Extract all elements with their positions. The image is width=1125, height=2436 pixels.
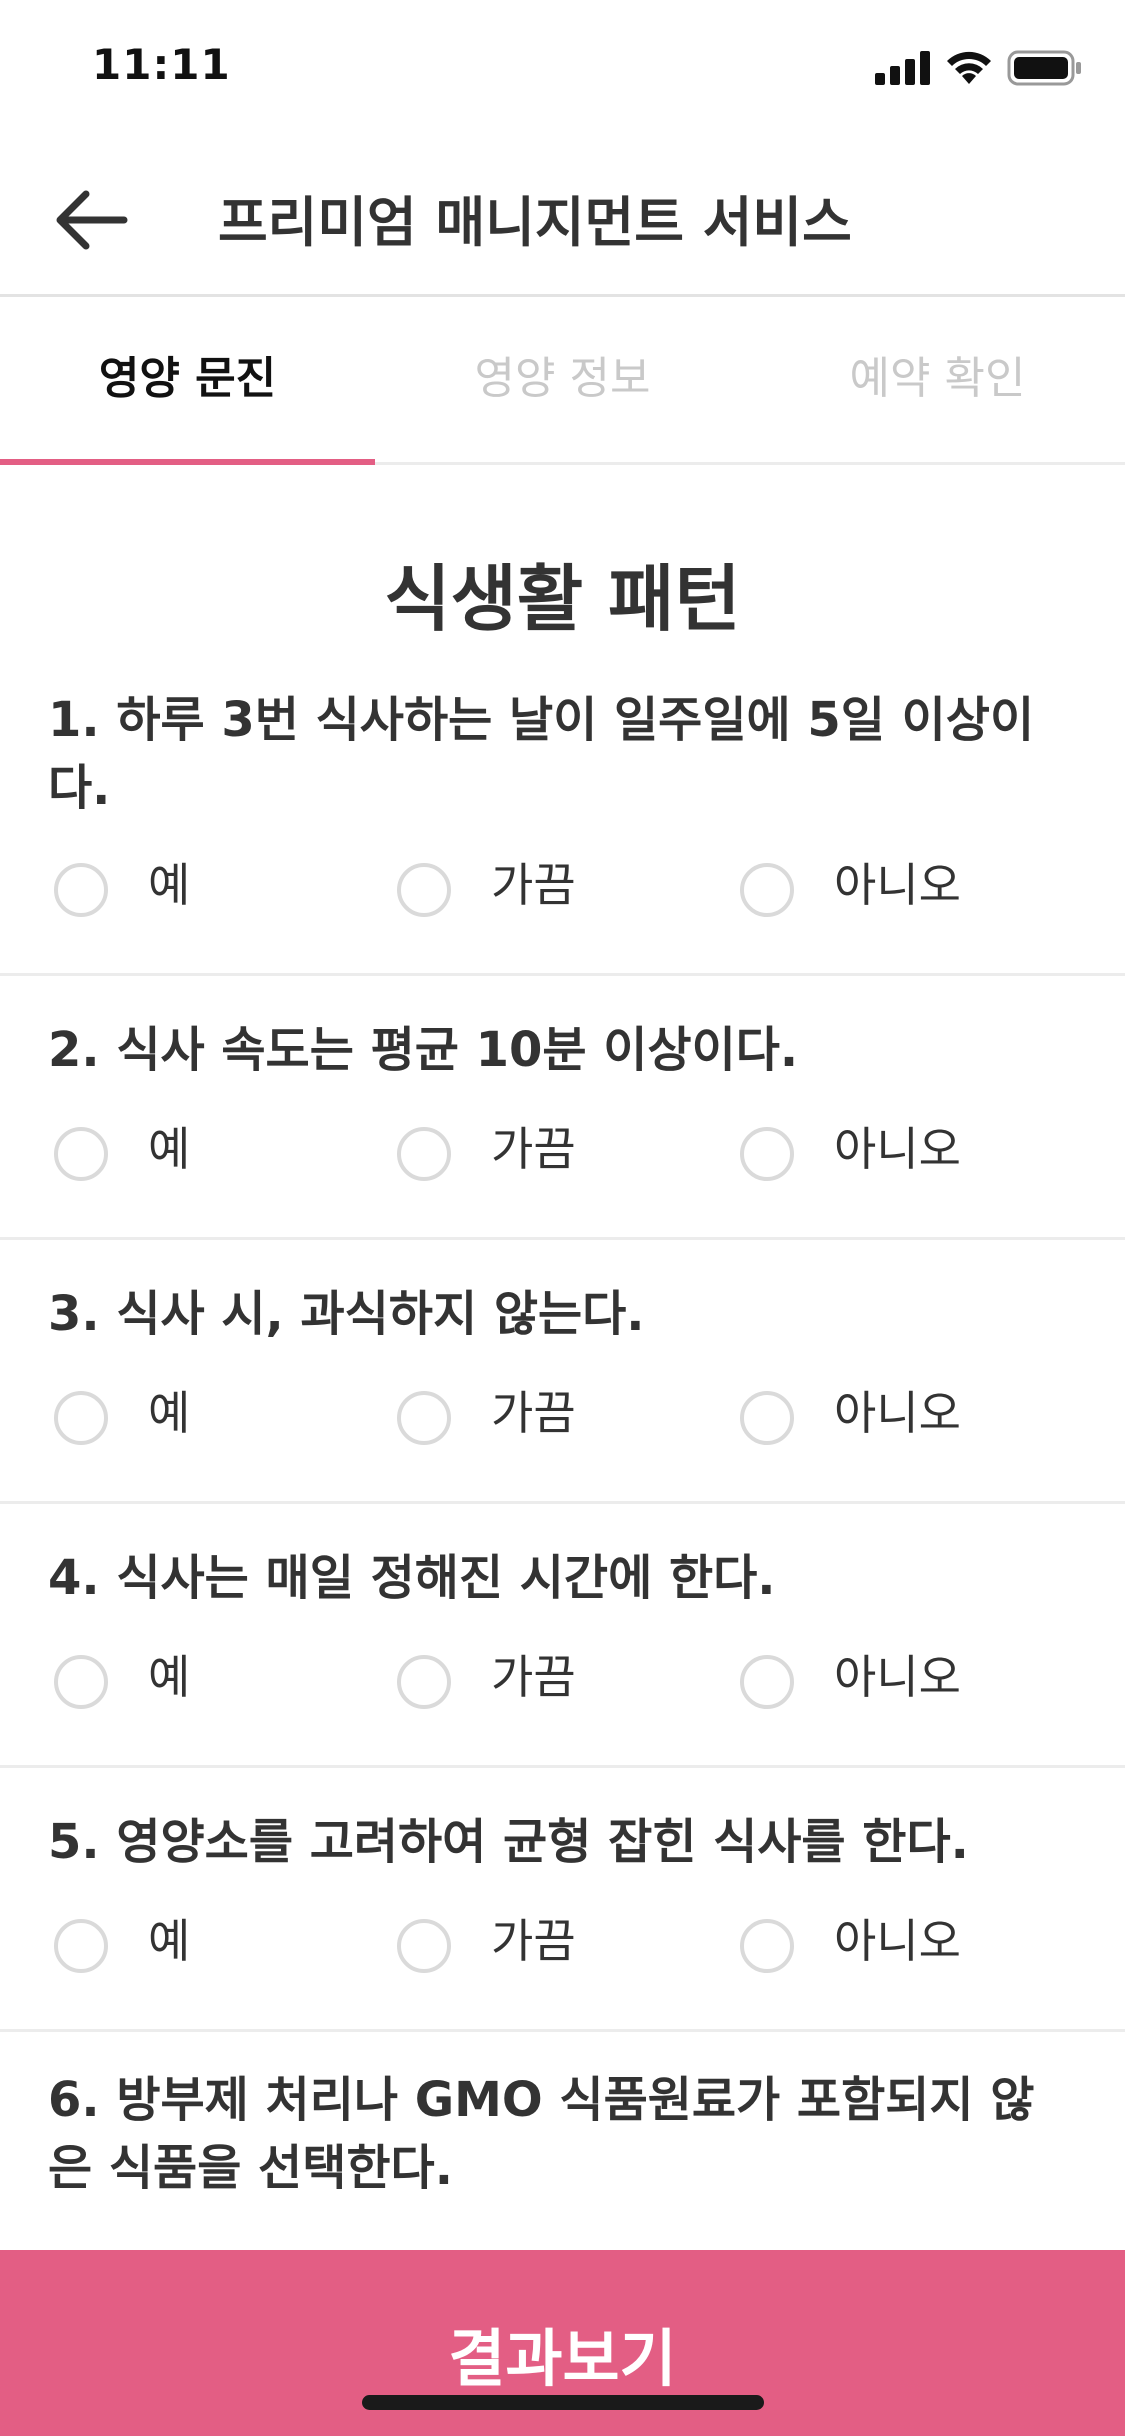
radio-button[interactable]: [54, 1127, 108, 1181]
option-label: 예: [148, 1914, 191, 1968]
radio-button[interactable]: [54, 863, 108, 917]
battery-icon: [1007, 50, 1081, 86]
option-label: 예: [148, 858, 191, 912]
status-bar: 11:11: [0, 0, 1125, 140]
option-label: 예: [148, 1122, 191, 1176]
option-label: 가끔: [491, 1386, 576, 1440]
section-title: 식생활 패턴: [384, 557, 741, 641]
option-sometimes[interactable]: 가끔: [397, 855, 576, 925]
navigation-bar: 프리미엄 매니지먼트 서비스: [0, 140, 1125, 297]
radio-button[interactable]: [740, 1127, 794, 1181]
option-sometimes[interactable]: 가끔: [397, 1647, 576, 1717]
wifi-icon: [947, 51, 991, 84]
option-label: 아니오: [834, 858, 961, 912]
radio-button[interactable]: [397, 1127, 451, 1181]
radio-button[interactable]: [54, 1391, 108, 1445]
option-yes[interactable]: 예: [54, 1647, 190, 1717]
option-yes[interactable]: 예: [54, 1119, 190, 1189]
question-text: 4. 식사는 매일 정해진 시간에 한다.: [48, 1550, 776, 1606]
question-item: 5. 영양소를 고려하여 균형 잡힌 식사를 한다. 예 가끔 아니오: [0, 1768, 1125, 2032]
option-label: 가끔: [491, 1650, 576, 1704]
radio-button[interactable]: [740, 1919, 794, 1973]
option-label: 아니오: [834, 1386, 961, 1440]
option-label: 가끔: [491, 1914, 576, 1968]
page-title: 프리미엄 매니지먼트 서비스: [218, 191, 852, 254]
home-indicator: [362, 2395, 764, 2410]
tab-nutrition-survey[interactable]: 영양 문진: [0, 297, 375, 465]
radio-button[interactable]: [54, 1919, 108, 1973]
radio-button[interactable]: [397, 1391, 451, 1445]
option-sometimes[interactable]: 가끔: [397, 1383, 576, 1453]
option-no[interactable]: 아니오: [740, 1383, 961, 1453]
question-text: 1. 하루 3번 식사하는 날이 일주일에 5일 이상이다.: [48, 692, 1035, 816]
option-no[interactable]: 아니오: [740, 855, 961, 925]
option-sometimes[interactable]: 가끔: [397, 1119, 576, 1189]
option-label: 아니오: [834, 1122, 961, 1176]
status-time: 11:11: [92, 40, 231, 89]
option-no[interactable]: 아니오: [740, 1119, 961, 1189]
radio-button[interactable]: [54, 1655, 108, 1709]
option-label: 아니오: [834, 1914, 961, 1968]
radio-button[interactable]: [397, 1919, 451, 1973]
option-label: 예: [148, 1386, 191, 1440]
option-no[interactable]: 아니오: [740, 1647, 961, 1717]
option-label: 가끔: [491, 1122, 576, 1176]
question-text: 6. 방부제 처리나 GMO 식품원료가 포함되지 않은 식품을 선택한다.: [48, 2072, 1035, 2196]
option-sometimes[interactable]: 가끔: [397, 1911, 576, 1981]
option-no[interactable]: 아니오: [740, 1911, 961, 1981]
question-text: 3. 식사 시, 과식하지 않는다.: [48, 1286, 645, 1342]
question-text: 2. 식사 속도는 평균 10분 이상이다.: [48, 1022, 799, 1078]
option-yes[interactable]: 예: [54, 855, 190, 925]
option-yes[interactable]: 예: [54, 1383, 190, 1453]
question-item: 4. 식사는 매일 정해진 시간에 한다. 예 가끔 아니오: [0, 1504, 1125, 1768]
question-item: 2. 식사 속도는 평균 10분 이상이다. 예 가끔 아니오: [0, 976, 1125, 1240]
status-icons: [875, 48, 1083, 88]
option-yes[interactable]: 예: [54, 1911, 190, 1981]
question-item: 3. 식사 시, 과식하지 않는다. 예 가끔 아니오: [0, 1240, 1125, 1504]
tab-nutrition-info[interactable]: 영양 정보: [375, 297, 750, 462]
question-item: 6. 방부제 처리나 GMO 식품원료가 포함되지 않은 식품을 선택한다.: [0, 2032, 1125, 2250]
radio-button[interactable]: [740, 1391, 794, 1445]
radio-button[interactable]: [740, 1655, 794, 1709]
radio-button[interactable]: [397, 1655, 451, 1709]
radio-button[interactable]: [740, 863, 794, 917]
tab-bar: 영양 문진 영양 정보 예약 확인: [0, 297, 1125, 465]
option-label: 가끔: [491, 858, 576, 912]
back-button[interactable]: [50, 180, 140, 260]
question-text: 5. 영양소를 고려하여 균형 잡힌 식사를 한다.: [48, 1814, 969, 1870]
question-item: 1. 하루 3번 식사하는 날이 일주일에 5일 이상이다. 예 가끔 아니오: [0, 660, 1125, 976]
option-label: 예: [148, 1650, 191, 1704]
option-label: 아니오: [834, 1650, 961, 1704]
radio-button[interactable]: [397, 863, 451, 917]
tab-reservation-confirm[interactable]: 예약 확인: [750, 297, 1125, 462]
arrow-left-icon: [56, 190, 128, 250]
cellular-signal-icon: [875, 51, 930, 85]
